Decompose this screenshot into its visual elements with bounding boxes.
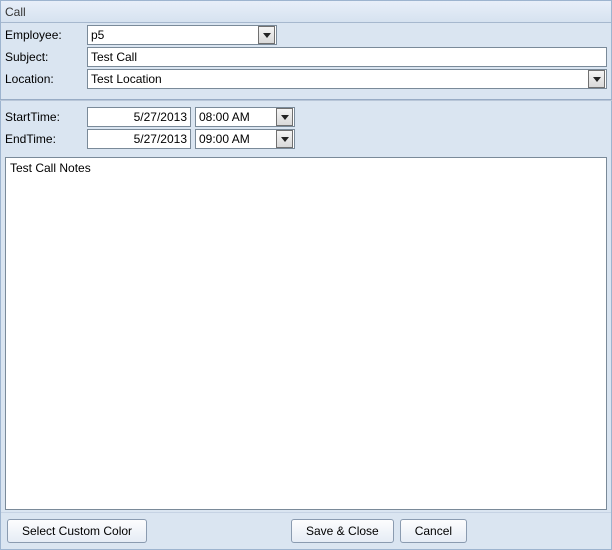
time-section: StartTime: 5/27/2013 08:00 AM EndTime: 5… xyxy=(1,105,611,155)
location-dropdown-button[interactable] xyxy=(588,70,605,88)
location-combo[interactable]: Test Location xyxy=(87,69,607,89)
row-starttime: StartTime: 5/27/2013 08:00 AM xyxy=(5,107,607,127)
start-time-combo[interactable]: 08:00 AM xyxy=(195,107,295,127)
chevron-down-icon xyxy=(263,33,271,38)
label-location: Location: xyxy=(5,72,83,86)
start-date-input[interactable]: 5/27/2013 xyxy=(87,107,191,127)
row-employee: Employee: p5 xyxy=(5,25,607,45)
label-subject: Subject: xyxy=(5,50,83,64)
subject-value: Test Call xyxy=(91,50,137,64)
form-header: Employee: p5 Subject: Test Call Location… xyxy=(1,23,611,95)
label-endtime: EndTime: xyxy=(5,132,83,146)
start-time-dropdown-button[interactable] xyxy=(276,108,293,126)
end-time-value: 09:00 AM xyxy=(199,132,276,146)
chevron-down-icon xyxy=(593,77,601,82)
notes-textarea[interactable] xyxy=(5,157,607,510)
titlebar: Call xyxy=(1,1,611,23)
window-title: Call xyxy=(5,5,26,19)
chevron-down-icon xyxy=(281,115,289,120)
start-time-value: 08:00 AM xyxy=(199,110,276,124)
end-time-combo[interactable]: 09:00 AM xyxy=(195,129,295,149)
row-location: Location: Test Location xyxy=(5,69,607,89)
label-employee: Employee: xyxy=(5,28,83,42)
row-endtime: EndTime: 5/27/2013 09:00 AM xyxy=(5,129,607,149)
save-and-close-button[interactable]: Save & Close xyxy=(291,519,394,543)
end-date-value: 5/27/2013 xyxy=(134,132,187,146)
button-bar: Select Custom Color Save & Close Cancel xyxy=(1,512,611,549)
end-time-dropdown-button[interactable] xyxy=(276,130,293,148)
call-dialog: Call Employee: p5 Subject: Test Call Loc… xyxy=(0,0,612,550)
cancel-button[interactable]: Cancel xyxy=(400,519,467,543)
label-starttime: StartTime: xyxy=(5,110,83,124)
employee-combo[interactable]: p5 xyxy=(87,25,277,45)
row-subject: Subject: Test Call xyxy=(5,47,607,67)
start-date-value: 5/27/2013 xyxy=(134,110,187,124)
subject-input[interactable]: Test Call xyxy=(87,47,607,67)
employee-dropdown-button[interactable] xyxy=(258,26,275,44)
divider xyxy=(0,99,612,101)
select-custom-color-button[interactable]: Select Custom Color xyxy=(7,519,147,543)
end-date-input[interactable]: 5/27/2013 xyxy=(87,129,191,149)
employee-value: p5 xyxy=(91,28,258,42)
center-buttons: Save & Close Cancel xyxy=(291,519,467,543)
notes-container xyxy=(5,157,607,510)
chevron-down-icon xyxy=(281,137,289,142)
location-value: Test Location xyxy=(91,72,588,86)
